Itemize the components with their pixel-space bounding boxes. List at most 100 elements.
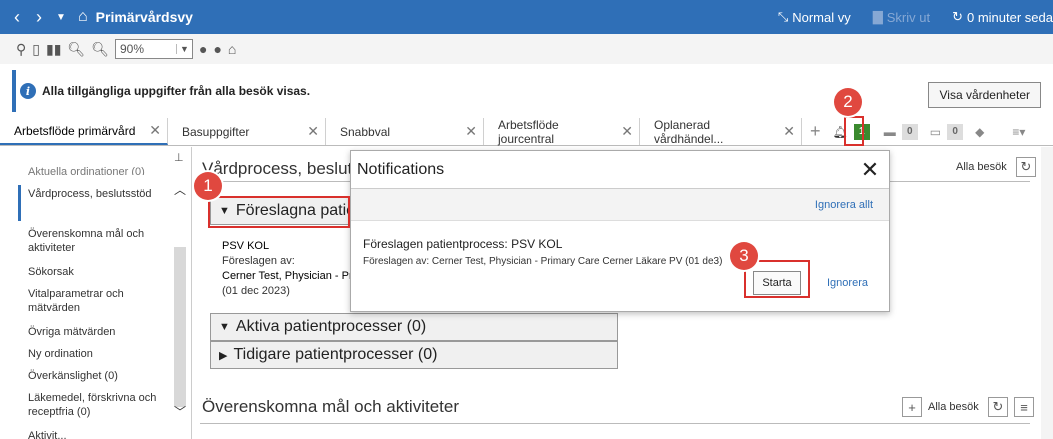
notifications-header: Notifications ✕ — [351, 151, 889, 189]
home-small-icon[interactable]: ⌂ — [228, 41, 236, 57]
proposal-date: (01 dec 2023) — [222, 285, 290, 297]
tab-arbetsflode-jourcentral[interactable]: Arbetsflöde jourcentral ✕ — [484, 117, 640, 146]
refresh-icon: ↻ — [952, 9, 963, 24]
refresh-label: 0 minuter seda — [967, 9, 1053, 25]
refresh-icon[interactable]: ↻ — [988, 397, 1008, 417]
inbox-icon[interactable]: ▭ — [930, 125, 941, 139]
sidebar-item-sokorsak[interactable]: Sökorsak — [28, 265, 170, 279]
tab-icons: + 🔔︎ 1 ▬ 0 ▭ 0 ◆ ≡▾ — [810, 118, 1025, 145]
visa-vardenheter-button[interactable]: Visa vårdenheter — [928, 82, 1041, 108]
sidebar-item-lakemedel[interactable]: Läkemedel, förskrivna och receptfria (0) — [28, 391, 170, 419]
scroll-up-icon[interactable]: ︿ — [174, 181, 186, 198]
proposal-by-label: Föreslagen av: — [222, 255, 295, 267]
sidebar-scrollbar[interactable] — [174, 247, 186, 407]
tab-label: Arbetsflöde primärvård — [14, 123, 136, 138]
step-marker-2: 2 — [834, 88, 862, 116]
pin-icon[interactable]: ⊥ — [174, 151, 184, 164]
section-label: Aktiva patientprocesser (0) — [235, 318, 427, 335]
close-icon[interactable]: ✕ — [307, 123, 319, 140]
notification-title-line: Föreslagen patientprocess: PSV KOL — [363, 237, 563, 251]
close-icon[interactable]: ✕ — [857, 157, 883, 183]
scroll-down-icon[interactable]: ﹀ — [174, 403, 186, 420]
close-icon[interactable]: ✕ — [149, 122, 161, 139]
pages-icon[interactable]: ▮▮ — [46, 41, 61, 58]
message-count[interactable]: 0 — [901, 123, 918, 140]
sidebar-item-vitalparametrar[interactable]: Vitalparametrar och mätvärden — [28, 287, 170, 315]
zoom-select[interactable]: 90% ▼ — [114, 39, 193, 59]
tab-basuppgifter[interactable]: Basuppgifter ✕ — [168, 118, 326, 145]
ignorera-link[interactable]: Ignorera — [827, 277, 868, 289]
normal-view-label: Normal vy — [792, 9, 851, 25]
message-icon[interactable]: ▬ — [884, 125, 896, 139]
notification-detail-line: Föreslagen av: Cerner Test, Physician - … — [363, 253, 722, 271]
banner-text: Alla tillgängliga uppgifter från alla be… — [42, 84, 311, 98]
refresh-button[interactable]: ↻ 0 minuter seda — [952, 9, 1053, 25]
home-icon[interactable]: ⌂ — [78, 8, 88, 26]
section-heading-overenskomna: Överenskomna mål och aktiviteter — [202, 397, 459, 416]
tab-label: Basuppgifter — [182, 124, 250, 139]
back-icon[interactable]: ‹ — [6, 7, 28, 28]
alla-besok-label-2[interactable]: Alla besök — [928, 401, 979, 413]
alla-besok-label[interactable]: Alla besök — [956, 161, 1007, 173]
expanded-icon: ▼ — [219, 321, 230, 333]
forward-icon[interactable]: › — [28, 7, 50, 28]
tab-label: Arbetsflöde jourcentral — [498, 117, 559, 146]
circle-icon[interactable]: ● — [199, 41, 207, 57]
tab-arbetsflode-primarvard[interactable]: Arbetsflöde primärvård ✕ — [0, 118, 168, 145]
page-title: Primärvårdsvy — [95, 9, 193, 25]
chevron-down-icon[interactable]: ▼ — [50, 12, 72, 23]
notification-detail-tail: 3) — [713, 256, 723, 267]
close-icon[interactable]: ✕ — [621, 123, 633, 140]
print-label: Skriv ut — [886, 9, 931, 25]
page-icon[interactable]: ▯ — [32, 41, 40, 58]
zoom-in-icon[interactable]: 🔍︎ — [67, 41, 85, 58]
section-label: Tidigare patientprocesser (0) — [233, 346, 438, 363]
menu-icon[interactable]: ≡▾ — [1012, 125, 1025, 139]
highlight-box-1 — [208, 196, 350, 228]
sidebar-item-ny-ordination[interactable]: Ny ordination — [28, 347, 170, 361]
tab-oplanerad[interactable]: Oplanerad vårdhändel... ✕ — [640, 117, 802, 146]
tab-label: Oplanerad vårdhändel... — [654, 117, 724, 146]
collapsed-icon: ▶ — [219, 349, 228, 362]
sidebar-item-overenskomna-mal[interactable]: Överenskomna mål och aktiviteter — [28, 227, 170, 255]
notifications-toolbar: Ignorera allt — [351, 189, 889, 221]
chevron-down-icon: ▼ — [175, 44, 192, 54]
zoom-out-icon[interactable]: 🔍︎ — [91, 41, 109, 58]
add-tab-icon[interactable]: + — [810, 121, 821, 142]
nav-group: ‹ › ▼ — [0, 7, 72, 28]
title-bar: ‹ › ▼ ⌂ Primärvårdsvy ⤡ Normal vy ▇ Skri… — [0, 0, 1053, 34]
print-button[interactable]: ▇ Skriv ut — [873, 9, 930, 25]
circle-icon[interactable]: ● — [213, 41, 221, 57]
normal-view-button[interactable]: ⤡ Normal vy — [778, 9, 851, 25]
zoom-value: 90% — [119, 42, 144, 56]
tab-snabbval[interactable]: Snabbval ✕ — [326, 118, 484, 145]
step-marker-3: 3 — [730, 242, 758, 270]
sidebar-item-ovriga-matvarden[interactable]: Övriga mätvärden — [28, 325, 170, 339]
section-heading-vardprocess: Vårdprocess, besluts — [202, 159, 361, 178]
sidebar-item-overkanslighet[interactable]: Överkänslighet (0) — [28, 369, 170, 383]
proposal-by: Cerner Test, Physician - Pri — [222, 270, 356, 282]
menu-icon[interactable]: ≡ — [1014, 397, 1034, 417]
ignore-all-link[interactable]: Ignorera allt — [815, 199, 873, 211]
toolbar: ⚲ ▯ ▮▮ 🔍︎ 🔍︎ 90% ▼ ● ● ⌂ — [0, 34, 1053, 64]
close-icon[interactable]: ✕ — [783, 123, 795, 140]
notification-detail: Föreslagen av: Cerner Test, Physician - … — [363, 256, 714, 267]
collapse-icon: ⤡ — [777, 9, 789, 24]
inbox-count[interactable]: 0 — [947, 123, 964, 140]
sidebar-item-vardprocess[interactable]: Vårdprocess, beslutsstöd — [28, 187, 170, 201]
title-actions: ⤡ Normal vy ▇ Skriv ut ↻ 0 minuter seda — [756, 0, 1053, 34]
step-marker-1: 1 — [194, 172, 222, 200]
section-tidigare[interactable]: ▶ Tidigare patientprocesser (0) — [210, 341, 618, 369]
notifications-title: Notifications — [357, 160, 445, 178]
close-icon[interactable]: ✕ — [465, 123, 477, 140]
sidebar-item-aktiviteter[interactable]: Aktivit... — [28, 429, 170, 439]
main-scrollbar[interactable] — [1041, 147, 1053, 439]
highlight-box-2 — [844, 116, 864, 146]
tab-bar: Arbetsflöde primärvård ✕ Basuppgifter ✕ Sn… — [0, 118, 1053, 146]
add-icon[interactable]: + — [902, 397, 922, 417]
sidebar-item-aktuella-ordinationer[interactable]: Aktuella ordinationer (0) — [28, 165, 170, 175]
binoculars-icon[interactable]: ⚲ — [16, 41, 26, 58]
section-aktiva[interactable]: ▼ Aktiva patientprocesser (0) — [210, 313, 618, 341]
refresh-icon[interactable]: ↻ — [1016, 157, 1036, 177]
tag-icon[interactable]: ◆ — [975, 125, 984, 139]
